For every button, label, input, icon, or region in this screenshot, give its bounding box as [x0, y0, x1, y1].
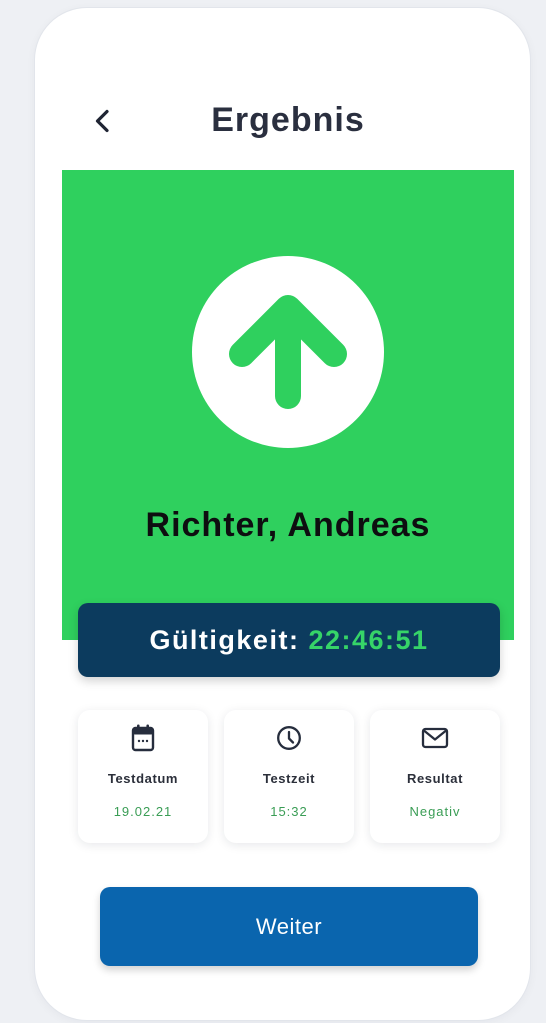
detail-card-test-date: Testdatum 19.02.21 — [78, 710, 208, 843]
validity-label: Gültigkeit: — [149, 625, 300, 655]
page-title: Ergebnis — [211, 101, 365, 139]
continue-button[interactable]: Weiter — [100, 887, 478, 966]
detail-value: 15:32 — [270, 804, 308, 819]
arrow-up-circle-icon — [192, 256, 384, 448]
detail-label: Testzeit — [262, 771, 316, 786]
detail-value: 19.02.21 — [113, 804, 173, 819]
mail-icon — [370, 723, 500, 753]
detail-card-result: Resultat Negativ — [370, 710, 500, 843]
validity-timer: 22:46:51 — [308, 625, 429, 655]
detail-label: Resultat — [406, 771, 464, 786]
clock-icon — [224, 723, 354, 753]
detail-label: Testdatum — [107, 771, 179, 786]
detail-value: Negativ — [409, 804, 461, 819]
result-panel: Richter, Andreas — [62, 170, 514, 640]
detail-card-test-time: Testzeit 15:32 — [224, 710, 354, 843]
chevron-left-icon — [95, 109, 109, 133]
person-name: Richter, Andreas — [145, 506, 431, 544]
back-button[interactable] — [87, 103, 117, 139]
validity-banner: Gültigkeit: 22:46:51 — [78, 603, 500, 677]
calendar-icon — [78, 723, 208, 753]
phone-screen: Ergebnis Richter, Andreas Gültigkeit: 22… — [35, 8, 530, 1020]
